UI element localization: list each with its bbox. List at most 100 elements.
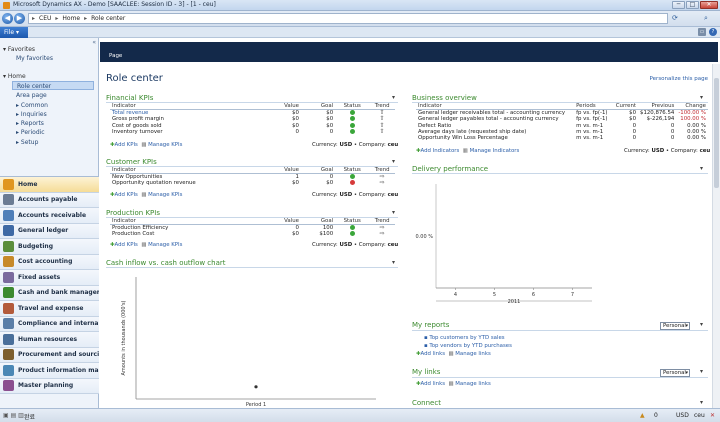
nav-setup[interactable]: ▸ Setup <box>15 138 97 147</box>
kpi-status <box>335 180 369 186</box>
breadcrumb-separator-icon: ▸ <box>55 15 59 22</box>
my-links-footer-links: ✚Add links ▦ Manage links <box>416 381 491 387</box>
my-reports-dropdown[interactable]: Personal <box>660 322 690 330</box>
module-fixed-assets[interactable]: Fixed assets <box>0 270 99 286</box>
add-kpis-link[interactable]: Add KPIs <box>115 192 138 198</box>
favorites-group[interactable]: ▾ Favorites <box>3 46 35 53</box>
kpi-indicator[interactable]: Total revenue <box>110 110 267 117</box>
manage-kpis-link[interactable]: Manage KPIs <box>148 142 182 148</box>
home-label: Home <box>7 73 26 80</box>
breadcrumb[interactable]: ▸ CEU ▸ Home ▸ Role center <box>28 13 668 24</box>
my-links-dropdown[interactable]: Personal <box>660 369 690 377</box>
module-human-resources[interactable]: Human resources <box>0 332 99 348</box>
module-product-information-manag[interactable]: Product information manag... <box>0 363 99 379</box>
part-menu-icon[interactable]: ▾ <box>700 94 703 101</box>
business-footer-links: ✚Add Indicators ▦ Manage Indicators <box>416 148 519 154</box>
status-currency[interactable]: USD <box>676 412 689 419</box>
module-accounts-payable[interactable]: Accounts payable <box>0 192 99 208</box>
status-mode[interactable]: ✕ <box>710 412 715 419</box>
nav-my-favorites[interactable]: My favorites <box>15 54 97 63</box>
close-button[interactable]: ✕ <box>700 1 718 9</box>
part-menu-icon[interactable]: ▾ <box>392 259 395 266</box>
add-links-link[interactable]: Add links <box>421 351 446 357</box>
company-value: ceu <box>387 142 399 148</box>
module-icon <box>3 240 14 252</box>
module-master-planning[interactable]: Master planning <box>0 378 99 394</box>
indicator-previous: 0 <box>670 135 675 142</box>
windows-icon[interactable]: ▭ <box>698 28 706 36</box>
module-travel-and-expense[interactable]: Travel and expense <box>0 301 99 317</box>
part-menu-icon[interactable]: ▾ <box>700 399 703 406</box>
data-point <box>254 385 258 389</box>
module-cash-and-bank-managem[interactable]: Cash and bank managem... <box>0 285 99 301</box>
action-pane: Page <box>100 42 718 62</box>
table-row: Opportunity Win Loss Percentage m vs. m-1… <box>416 135 708 141</box>
manage-kpis-link[interactable]: Manage KPIs <box>148 192 182 198</box>
module-procurement-and-sourcing[interactable]: Procurement and sourcing <box>0 347 99 363</box>
part-menu-icon[interactable]: ▾ <box>392 209 395 216</box>
nav-area-page[interactable]: Area page <box>15 91 97 100</box>
module-compliance-and-internal[interactable]: Compliance and internal ... <box>0 316 99 332</box>
module-accounts-receivable[interactable]: Accounts receivable <box>0 208 99 224</box>
manage-kpis-link[interactable]: Manage KPIs <box>148 242 182 248</box>
module-budgeting[interactable]: Budgeting <box>0 239 99 255</box>
kpi-indicator: Inventory turnover <box>112 128 163 135</box>
part-menu-icon[interactable]: ▾ <box>392 94 395 101</box>
nav-periodic[interactable]: ▸ Periodic <box>15 128 97 137</box>
module-icon <box>3 209 14 221</box>
manage-icon: ▦ <box>448 351 454 357</box>
status-dot-icon <box>349 122 355 128</box>
module-general-ledger[interactable]: General ledger <box>0 223 99 239</box>
table-row: Total revenue $0 $0 ⇧ <box>110 110 395 117</box>
kpi-status <box>335 231 369 237</box>
back-icon[interactable]: ◀ <box>2 13 13 24</box>
kpi-status <box>335 225 369 232</box>
company-label: Company: <box>358 242 386 248</box>
file-menu-button[interactable]: File ▾ <box>0 27 28 38</box>
financial-footer-links: ✚Add KPIs ▦ Manage KPIs <box>110 142 182 148</box>
part-menu-icon[interactable]: ▾ <box>700 368 703 375</box>
manage-links-link[interactable]: Manage links <box>455 351 490 357</box>
breadcrumb-home[interactable]: Home <box>62 15 80 22</box>
refresh-icon[interactable]: ⟳ <box>672 14 678 22</box>
scrollbar-thumb[interactable] <box>714 78 719 188</box>
kpi-status <box>335 110 369 117</box>
tab-page[interactable]: Page <box>109 53 122 59</box>
report-link-vendors[interactable]: ▪ Top vendors by YTD purchases <box>424 343 512 349</box>
add-kpis-link[interactable]: Add KPIs <box>115 242 138 248</box>
personalize-link[interactable]: Personalize this page <box>650 76 708 82</box>
module-home[interactable]: Home <box>0 177 99 193</box>
content-scrollbar[interactable] <box>712 64 720 408</box>
nav-reports[interactable]: ▸ Reports <box>15 119 97 128</box>
maximize-button[interactable]: □ <box>686 1 699 9</box>
nav-inquiries[interactable]: ▸ Inquiries <box>15 110 97 119</box>
search-icon[interactable]: ⌕ <box>704 14 708 23</box>
add-links-link[interactable]: Add links <box>421 381 446 387</box>
company-value: ceu <box>387 242 399 248</box>
breadcrumb-role-center[interactable]: Role center <box>91 15 125 22</box>
part-menu-icon[interactable]: ▾ <box>700 321 703 328</box>
add-kpis-link[interactable]: Add KPIs <box>115 142 138 148</box>
nav-common[interactable]: ▸ Common <box>15 101 97 110</box>
home-group[interactable]: ▾ Home <box>3 73 26 80</box>
column-header: Current <box>612 103 639 111</box>
part-menu-icon[interactable]: ▾ <box>392 158 395 165</box>
collapse-pane-icon[interactable]: « <box>92 39 96 46</box>
report-link-customers[interactable]: ▪ Top customers by YTD sales <box>424 335 505 341</box>
status-company[interactable]: ceu <box>694 412 705 419</box>
currency-value: USD <box>339 142 353 148</box>
divider <box>412 173 708 174</box>
manage-links-link[interactable]: Manage links <box>455 381 490 387</box>
manage-indicators-link[interactable]: Manage Indicators <box>470 148 520 154</box>
notification-icon[interactable]: ▲ <box>640 412 645 419</box>
help-icon[interactable]: ? <box>709 28 717 36</box>
add-indicators-link[interactable]: Add Indicators <box>421 148 460 154</box>
module-label: Master planning <box>18 382 74 390</box>
part-menu-icon[interactable]: ▾ <box>700 165 703 172</box>
breadcrumb-company[interactable]: CEU <box>39 15 51 22</box>
minimize-button[interactable]: ─ <box>672 1 685 9</box>
nav-role-center[interactable]: Role center <box>12 81 94 90</box>
forward-icon[interactable]: ▶ <box>14 13 25 24</box>
module-cost-accounting[interactable]: Cost accounting <box>0 254 99 270</box>
manage-icon: ▦ <box>141 242 147 248</box>
